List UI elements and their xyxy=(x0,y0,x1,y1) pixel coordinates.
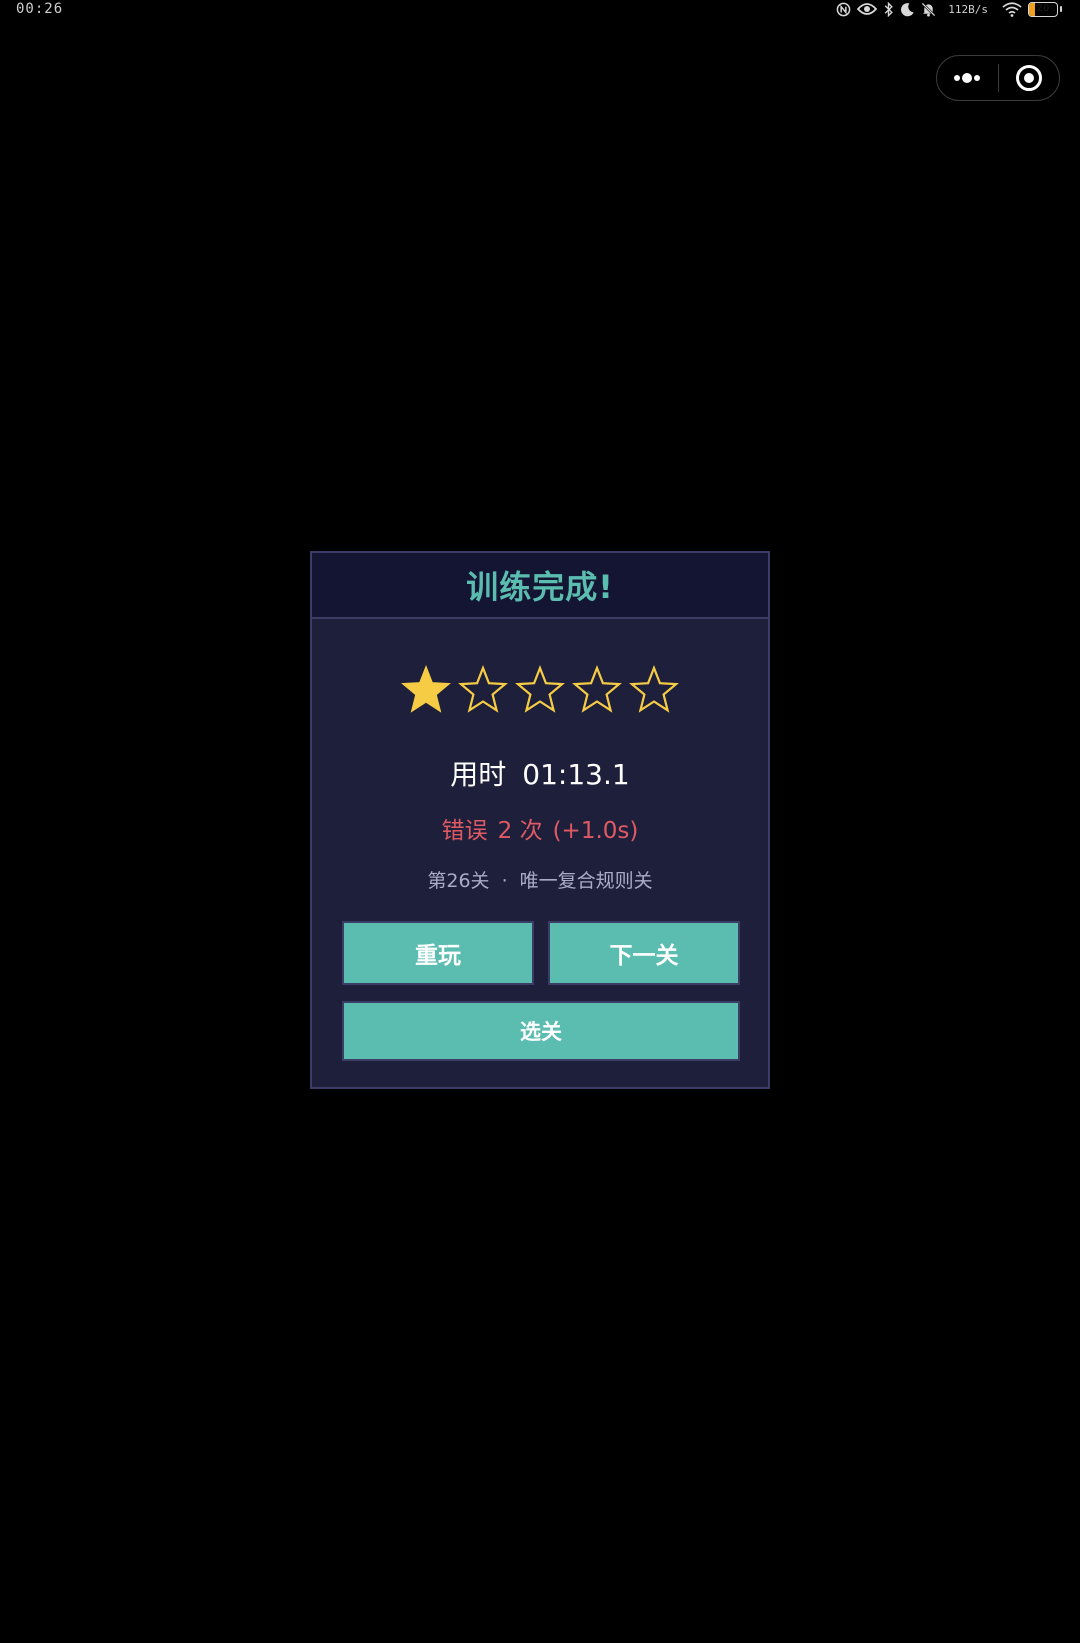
star-empty-icon xyxy=(458,665,508,713)
error-label: 错误 xyxy=(441,818,488,844)
close-button[interactable] xyxy=(999,56,1060,100)
level-name: 唯一复合规则关 xyxy=(519,870,653,892)
eye-icon xyxy=(857,3,878,15)
bluetooth-icon xyxy=(884,1,894,17)
battery-cap xyxy=(1060,6,1062,12)
replay-button[interactable]: 重玩 xyxy=(342,921,534,985)
moon-icon xyxy=(901,2,914,16)
wifi-icon xyxy=(1002,1,1022,17)
more-dots-icon xyxy=(954,73,981,83)
miniprogram-capsule xyxy=(936,55,1060,101)
error-row: 错误 2 次 (+1.0s) xyxy=(312,811,768,845)
next-level-button[interactable]: 下一关 xyxy=(548,921,740,985)
star-empty-icon xyxy=(629,665,679,713)
status-time: 00:26 xyxy=(16,1,64,17)
star-filled-icon xyxy=(401,665,451,713)
star-empty-icon xyxy=(572,665,622,713)
star-rating xyxy=(312,665,768,715)
time-value: 01:13.1 xyxy=(522,758,630,791)
time-row: 用时 01:13.1 xyxy=(312,753,768,793)
select-level-button[interactable]: 选关 xyxy=(342,1001,740,1061)
error-count: 2 次 xyxy=(497,818,543,844)
dialog-title: 训练完成! xyxy=(466,568,614,606)
network-speed: 112B/s xyxy=(948,2,988,16)
nfc-icon xyxy=(836,2,851,16)
level-number: 第26关 xyxy=(427,870,490,892)
level-separator: · xyxy=(501,870,508,892)
battery-level: 20 xyxy=(1036,2,1050,14)
close-target-icon xyxy=(1015,65,1042,91)
status-icons: 112B/s 20 xyxy=(836,0,1062,18)
dialog-header: 训练完成! xyxy=(312,553,768,619)
bell-off-icon xyxy=(921,2,936,17)
error-penalty: (+1.0s) xyxy=(552,818,639,844)
screen: 00:26 112B/s 20 训练完成! 用时 01:13.1 错误 2 次 … xyxy=(0,0,1080,1643)
result-dialog: 训练完成! 用时 01:13.1 错误 2 次 (+1.0s) 第26关 · 唯一复合规则… xyxy=(310,551,770,1089)
battery-icon: 20 xyxy=(1028,1,1058,17)
time-label: 用时 xyxy=(450,758,507,791)
star-empty-icon xyxy=(515,665,565,713)
level-info: 第26关 · 唯一复合规则关 xyxy=(312,866,768,893)
status-bar: 00:26 112B/s 20 xyxy=(0,0,1080,20)
more-button[interactable] xyxy=(937,56,998,100)
